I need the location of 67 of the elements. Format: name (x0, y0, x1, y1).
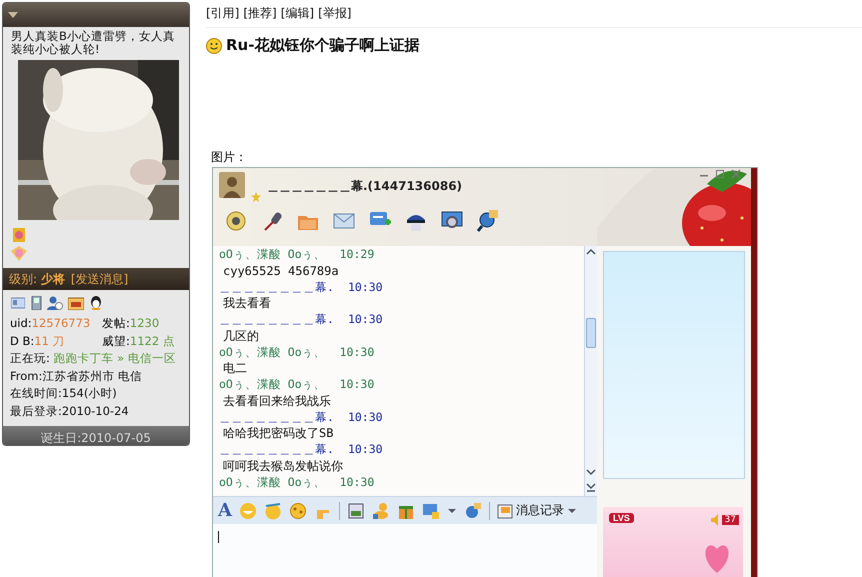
message-text: cyy65525 456789a (222, 262, 340, 278)
profile-card-icon[interactable] (11, 297, 25, 309)
post-action-link[interactable]: [编辑] (280, 5, 314, 22)
message-time: 10:29 (340, 246, 374, 262)
smiley-icon (206, 38, 222, 54)
info-text: 最后登录:2010-10-24 (9, 402, 130, 420)
post-title: Ru-花姒钰你个骗子啊上证据 (226, 36, 420, 55)
message-sender: ＿＿＿＿＿＿＿＿幕. (219, 278, 334, 295)
playing-label: 正在玩: (10, 351, 51, 365)
message-time: 10:30 (340, 376, 374, 392)
dropdown-icon[interactable] (7, 10, 19, 20)
dizzy-face-icon[interactable] (288, 502, 307, 520)
chat-window-title: ＿＿＿＿＿＿＿幕.(1447136086) (267, 178, 462, 195)
penguin-icon[interactable] (89, 296, 103, 310)
stat-text: D B:11 刀 (10, 333, 66, 350)
ad-brand: LVS (609, 513, 634, 523)
message-sender: oOぅ、渫酸 Ooぅ、 (219, 246, 326, 262)
birthday-bar: 诞生日:2010-07-05 (3, 426, 189, 445)
message-sender: oOぅ、渫酸 Ooぅ、 (219, 376, 326, 392)
message-time: 10:30 (348, 441, 383, 458)
screen-capture-icon[interactable] (422, 502, 440, 520)
stat-text: 发帖:1230 (102, 315, 160, 332)
webcam-icon[interactable] (225, 210, 247, 232)
scroll-thumb[interactable] (586, 318, 596, 348)
star-icon (251, 192, 261, 202)
scrollbar[interactable] (584, 246, 597, 496)
message-text: 几区的 (222, 328, 260, 344)
message-time: 10:30 (348, 408, 383, 425)
add-friend-icon[interactable] (47, 296, 63, 310)
message-text: 呵呵我去猴岛发帖说你 (222, 458, 344, 474)
message-text: 电二 (222, 360, 248, 376)
message-sender: ＿＿＿＿＿＿＿＿幕. (219, 311, 334, 328)
mailbox-icon[interactable] (68, 296, 84, 310)
avatar-icon (219, 172, 245, 198)
image-icon[interactable] (346, 502, 365, 520)
message-text: 去看看回来给我战乐 (222, 392, 332, 408)
scroll-bottom-icon[interactable] (585, 481, 597, 493)
message-time: 10:30 (348, 278, 383, 295)
message-text: 我去看看 (222, 295, 272, 311)
stat-text: uid:12576773 (10, 315, 92, 332)
send-message-link[interactable]: [发送消息] (70, 270, 128, 288)
message-sender: ＿＿＿＿＿＿＿＿幕. (219, 408, 334, 425)
message-sender: oOぅ、渫酸 Ooぅ、 (219, 344, 326, 360)
message-time: 10:30 (340, 474, 374, 490)
image-label: 图片： (211, 149, 248, 166)
message-time: 10:30 (348, 311, 383, 328)
message-text: 哈哈我把密码改了SB (222, 425, 334, 441)
message-time: 10:30 (340, 344, 374, 360)
post-action-link[interactable]: [举报] (318, 5, 352, 22)
font-button[interactable]: A (218, 500, 232, 521)
volume-badge: 37 (722, 515, 739, 525)
medal-icon (11, 228, 27, 262)
history-icon (496, 502, 513, 518)
stat-text: 威望:1122 点 (102, 333, 176, 350)
message-history-button[interactable]: 消息记录 (496, 502, 577, 519)
level-label: 级别: 少将 (9, 270, 65, 288)
message-sender: oOぅ、渫酸 Ooぅ、 (219, 474, 326, 490)
info-text: From:江苏省苏州市 电信 (9, 368, 144, 384)
post-action-link[interactable]: [引用] (206, 5, 240, 22)
post-action-link[interactable]: [推荐] (243, 5, 277, 22)
search-icon[interactable] (477, 210, 499, 232)
signature: 男人真装B小心遭雷劈，女人真装纯小心被人轮! (10, 28, 176, 58)
message-sender: ＿＿＿＿＿＿＿＿幕. (219, 441, 334, 458)
phone-icon[interactable] (30, 296, 42, 310)
info-text: 在线时间:154(小时) (9, 385, 118, 402)
message-input[interactable] (213, 524, 597, 577)
grimace-icon[interactable] (264, 502, 282, 520)
